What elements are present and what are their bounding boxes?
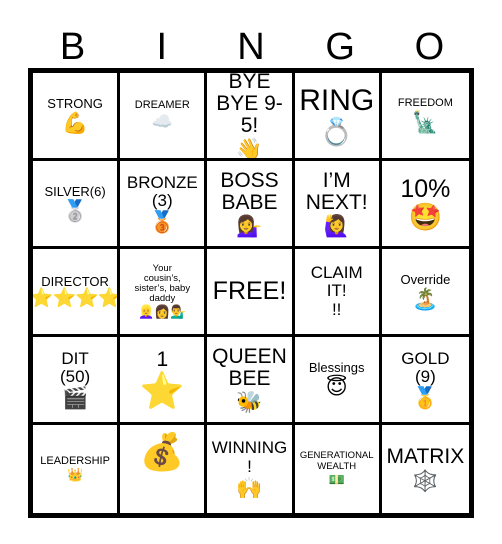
bingo-cell[interactable]: FREEDOM 🗽 — [381, 73, 469, 161]
bingo-cell-label: QUEEN BEE — [212, 344, 287, 390]
clapper-board-emoji: 🎬 — [62, 386, 89, 411]
bingo-cell[interactable]: LEADERSHIP 👑 — [33, 425, 121, 513]
bingo-cell[interactable]: SILVER(6) 🥈 — [33, 161, 121, 249]
bingo-cell[interactable]: WINNING! 🙌 — [207, 425, 295, 513]
bingo-cell-label: WINNING! — [211, 438, 288, 476]
bingo-cell-label: DREAMER — [134, 99, 190, 112]
bingo-cell[interactable]: BYE BYE 9-5! 👋 — [207, 73, 295, 161]
bingo-cell-label: 10% — [400, 174, 451, 203]
waving-hand-emoji: 👋 — [236, 137, 263, 161]
bingo-cell[interactable]: DIRECTOR ⭐⭐⭐⭐ — [33, 249, 121, 337]
bingo-cell[interactable]: I’M NEXT! 🙋‍♀️ — [294, 161, 382, 249]
four-stars-rating: ⭐⭐⭐⭐ — [33, 287, 121, 310]
bingo-cell-label: BOSS BABE — [220, 168, 279, 214]
bingo-cell[interactable]: 1 ⭐ — [120, 337, 208, 425]
ring-emoji: 💍 — [319, 116, 354, 148]
header-letter-b: B — [59, 26, 86, 68]
bingo-cell[interactable]: DIT (50) 🎬 — [33, 337, 121, 425]
bingo-cell-label: BYE BYE 9-5! — [216, 73, 283, 138]
spider-web-emoji: 🕸️ — [412, 468, 439, 493]
bingo-cell[interactable]: GOLD (9) 🥇 — [381, 337, 469, 425]
money-bag-emoji: 💰 — [139, 432, 185, 473]
bingo-cell-label: GOLD (9) — [401, 348, 450, 386]
bingo-cell[interactable]: QUEEN BEE 🐝 — [207, 337, 295, 425]
woman-raising-hand-emoji: 🙋‍♀️ — [323, 214, 350, 239]
star-struck-face-emoji: 🤩 — [408, 202, 443, 234]
woman-tipping-hand-emoji: 💁‍♀️ — [236, 214, 263, 239]
desert-island-emoji: 🏝️ — [412, 286, 439, 311]
bingo-cell-label: RING — [299, 84, 375, 118]
bingo-cell-label: Your cousin’s, sister’s, baby daddy — [134, 262, 191, 305]
three-people-emoji: 👱‍♀️👩💁‍♂️ — [138, 305, 187, 321]
bingo-cell[interactable]: Blessings 😇 — [294, 337, 382, 425]
bingo-cell-label: 1 — [156, 348, 169, 372]
banknote-emoji: 💵 — [328, 472, 345, 488]
bingo-cell-label: Blessings — [308, 360, 365, 376]
bingo-cell[interactable]: CLAIM IT! !! — [294, 249, 382, 337]
bingo-header-row: B I N G O — [28, 14, 474, 68]
bingo-cell[interactable]: STRONG 💪 — [33, 73, 121, 161]
bingo-cell-label: DIT (50) — [59, 348, 91, 386]
header-letter-n: N — [237, 26, 265, 68]
first-place-medal-emoji: 🥇 — [412, 386, 439, 411]
bingo-cell-label: BRONZE (3) — [126, 172, 198, 210]
bingo-cell-label: GENERATIONAL WEALTH — [299, 450, 374, 472]
bingo-cell[interactable]: BOSS BABE 💁‍♀️ — [207, 161, 295, 249]
bingo-cell-label: FREEDOM — [397, 97, 453, 110]
statue-of-liberty-emoji: 🗽 — [412, 109, 439, 134]
bingo-cell[interactable]: BRONZE (3) 🥉 — [120, 161, 208, 249]
second-place-medal-emoji: 🥈 — [62, 198, 89, 223]
bingo-cell[interactable]: Your cousin’s, sister’s, baby daddy 👱‍♀️👩… — [120, 249, 208, 337]
bingo-cell[interactable]: Override 🏝️ — [381, 249, 469, 337]
bingo-cell[interactable]: 10% 🤩 — [381, 161, 469, 249]
header-letter-g: G — [325, 26, 355, 68]
bingo-grid: STRONG 💪 DREAMER ☁️ BYE BYE 9-5! 👋 RING 💍 FREEDO… — [28, 68, 474, 518]
bingo-cell[interactable]: 💰 — [120, 425, 208, 513]
star-emoji: ⭐ — [139, 370, 185, 412]
bingo-cell[interactable]: GENERATIONAL WEALTH 💵 — [294, 425, 382, 513]
header-letter-i: I — [156, 26, 168, 68]
bingo-cell[interactable]: DREAMER ☁️ — [120, 73, 208, 161]
bingo-card: B I N G O STRONG 💪 DREAMER ☁️ BYE BYE 9-5! 👋 R… — [28, 14, 474, 519]
crown-emoji: 👑 — [67, 468, 84, 484]
header-letter-o: O — [414, 26, 445, 68]
bingo-cell-label: I’M NEXT! — [305, 168, 368, 214]
bingo-cell-label: LEADERSHIP — [40, 454, 110, 467]
raising-hands-emoji: 🙌 — [236, 475, 263, 500]
bingo-cell[interactable]: FREE! — [207, 249, 295, 337]
bingo-cell[interactable]: MATRIX 🕸️ — [381, 425, 469, 513]
honeybee-emoji: 🐝 — [236, 390, 263, 415]
bingo-cell-label: CLAIM IT! !! — [310, 263, 363, 319]
bingo-cell-label: Override — [400, 272, 451, 288]
bingo-cell[interactable]: RING 💍 — [294, 73, 382, 161]
third-place-medal-emoji: 🥉 — [149, 210, 176, 235]
bingo-cell-label: SILVER(6) — [44, 184, 106, 200]
cloud-emoji: ☁️ — [151, 111, 173, 132]
flexed-biceps-emoji: 💪 — [62, 110, 89, 135]
smiling-face-halo-emoji: 😇 — [325, 374, 348, 399]
bingo-cell-label: FREE! — [212, 277, 287, 306]
bingo-cell-label: MATRIX — [386, 445, 465, 469]
bingo-cell-label: STRONG — [47, 96, 103, 112]
